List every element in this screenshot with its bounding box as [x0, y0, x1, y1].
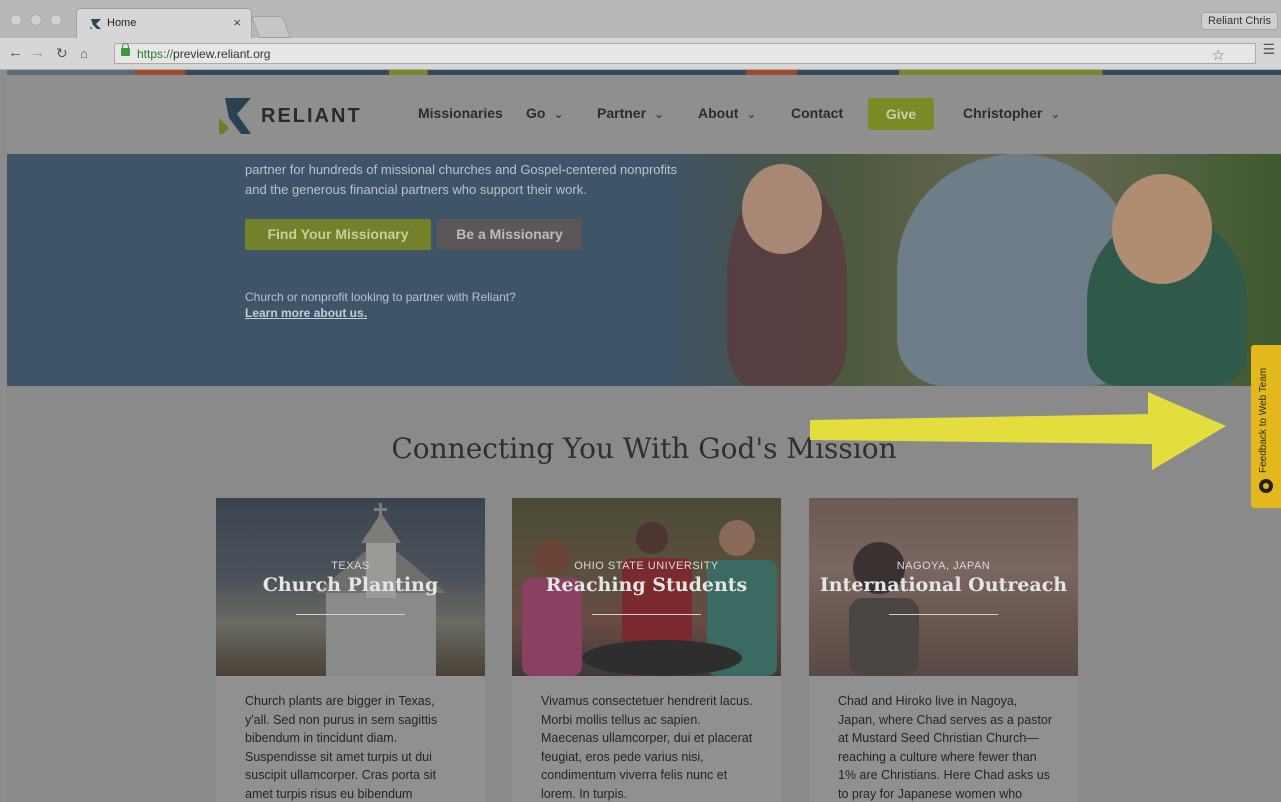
window-minimize-button[interactable]: [30, 14, 42, 26]
be-missionary-button[interactable]: Be a Missionary: [437, 219, 582, 250]
reliant-logo-icon[interactable]: [217, 96, 253, 136]
nav-go[interactable]: Go ⌄: [526, 105, 564, 121]
card-divider: [889, 614, 998, 615]
star-icon[interactable]: ☆: [1212, 46, 1225, 64]
window-close-button[interactable]: [10, 14, 22, 26]
card-body: Church plants are bigger in Texas, y'all…: [216, 676, 485, 802]
family-photo: [667, 154, 1281, 386]
card-image: TEXAS Church Planting: [216, 498, 485, 676]
nav-user-menu[interactable]: Christopher ⌄: [963, 105, 1060, 121]
card-text: Vivamus consectetuer hendrerit lacus. Mo…: [541, 694, 753, 801]
card-title: Reaching Students: [545, 574, 748, 596]
card-text: Chad and Hiroko live in Nagoya, Japan, w…: [838, 694, 1053, 801]
tab-title: Home: [107, 17, 137, 29]
nav-about[interactable]: About ⌄: [698, 105, 757, 121]
card-divider: [592, 614, 701, 615]
nav-missionaries[interactable]: Missionaries: [418, 105, 503, 121]
arrow-right-icon[interactable]: →: [30, 44, 45, 61]
learn-more-link[interactable]: Learn more about us.: [245, 306, 367, 320]
card-reaching-students[interactable]: OHIO STATE UNIVERSITY Reaching Students …: [512, 498, 781, 802]
window-zoom-button[interactable]: [50, 14, 62, 26]
chevron-down-icon: ⌄: [654, 107, 665, 121]
chevron-down-icon: ⌄: [553, 107, 564, 121]
card-eyebrow: OHIO STATE UNIVERSITY: [574, 560, 719, 572]
site-header: RELIANT Missionaries Go ⌄ Partner ⌄ About ⌄…: [7, 75, 1281, 154]
tab-close-icon[interactable]: ×: [233, 15, 241, 30]
chevron-down-icon: ⌄: [1050, 107, 1061, 121]
browser-toolbar: ← → ↻ ⌂ https://preview.reliant.org ☆ ☰: [0, 38, 1281, 70]
feedback-logo-icon: [1259, 479, 1273, 493]
browser-tab-bar: Home × Reliant Chris: [0, 0, 1281, 38]
feedback-label: Feedback to Web Team: [1258, 367, 1269, 473]
home-icon[interactable]: ⌂: [80, 46, 88, 61]
nav-partner[interactable]: Partner ⌄: [597, 105, 664, 121]
card-international-outreach[interactable]: NAGOYA, JAPAN International Outreach Cha…: [809, 498, 1078, 802]
brand-name[interactable]: RELIANT: [261, 105, 362, 128]
browser-tab-home[interactable]: Home ×: [76, 8, 252, 38]
annotation-arrow-icon: [810, 392, 1226, 470]
card-divider: [296, 614, 405, 615]
card-title: Church Planting: [262, 574, 439, 596]
hamburger-icon[interactable]: ☰: [1262, 41, 1275, 58]
address-bar[interactable]: https://preview.reliant.org ☆: [114, 43, 1256, 64]
partner-question: Church or nonprofit looking to partner w…: [245, 290, 516, 304]
card-title: International Outreach: [819, 574, 1068, 596]
reload-icon[interactable]: ↻: [56, 45, 68, 62]
profile-button[interactable]: Reliant Chris: [1201, 12, 1278, 30]
feedback-tab[interactable]: Feedback to Web Team: [1251, 345, 1281, 508]
card-eyebrow: NAGOYA, JAPAN: [896, 560, 991, 572]
hero-banner: partner for hundreds of missional church…: [7, 154, 1281, 386]
card-body: Chad and Hiroko live in Nagoya, Japan, w…: [809, 676, 1078, 802]
nav-contact[interactable]: Contact: [791, 105, 843, 121]
lock-icon: [121, 43, 130, 56]
card-image: OHIO STATE UNIVERSITY Reaching Students: [512, 498, 781, 676]
card-text: Church plants are bigger in Texas, y'all…: [245, 694, 438, 801]
new-tab-button[interactable]: [250, 16, 292, 38]
give-button[interactable]: Give: [868, 98, 934, 130]
card-church-planting[interactable]: TEXAS Church Planting Church plants are …: [216, 498, 485, 802]
card-body: Vivamus consectetuer hendrerit lacus. Mo…: [512, 676, 781, 802]
url-text: https://preview.reliant.org: [137, 47, 271, 61]
hero-description: partner for hundreds of missional church…: [245, 162, 678, 197]
card-eyebrow: TEXAS: [331, 560, 370, 572]
find-missionary-button[interactable]: Find Your Missionary: [245, 219, 431, 250]
card-image: NAGOYA, JAPAN International Outreach: [809, 498, 1078, 676]
arrow-left-icon[interactable]: ←: [8, 44, 23, 61]
chevron-down-icon: ⌄: [746, 107, 757, 121]
reliant-favicon-icon: [90, 19, 101, 29]
